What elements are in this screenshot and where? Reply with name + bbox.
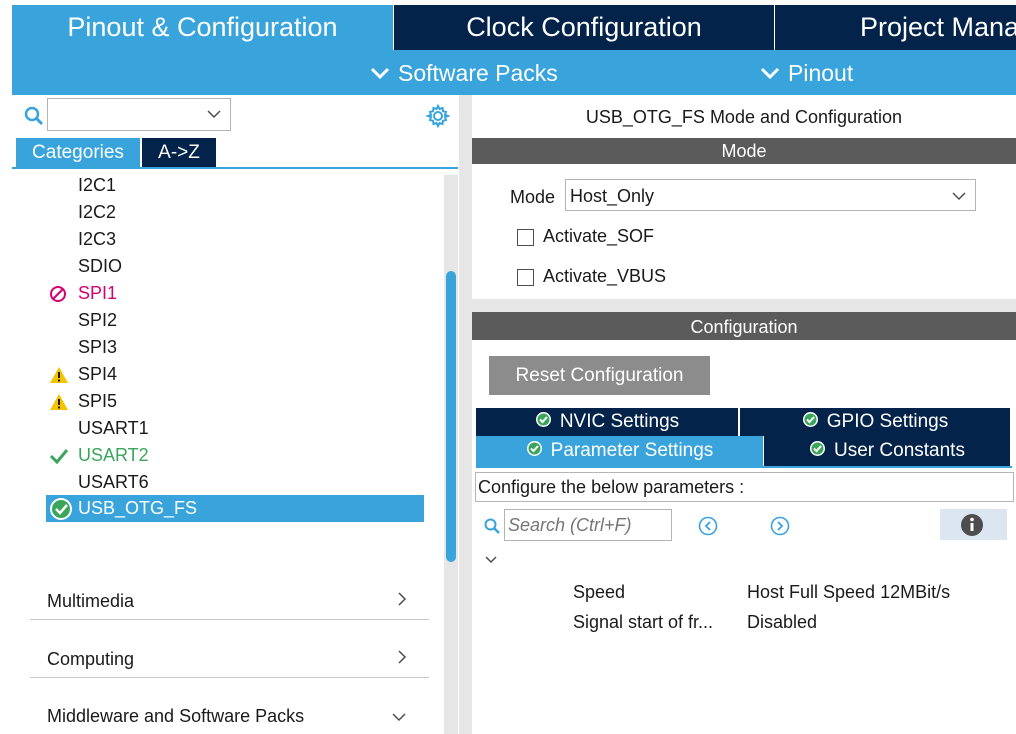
check-icon [49, 449, 69, 465]
category-label: Computing [47, 649, 135, 669]
page-title: USB_OTG_FS Mode and Configuration [585, 107, 903, 127]
checkbox-label: Activate_SOF [543, 226, 655, 246]
tab-label: Parameter Settings [550, 440, 714, 461]
parameter-name: Speed [573, 582, 626, 602]
category-middleware[interactable]: Middleware and Software Packs [30, 678, 429, 734]
pinout-menu-label: Pinout [788, 60, 854, 86]
section-divider [472, 299, 1016, 312]
peripheral-label: USB_OTG_FS [78, 498, 198, 518]
warning-icon [50, 367, 68, 383]
category-computing[interactable]: Computing [30, 620, 429, 678]
chevron-down-icon [370, 67, 390, 80]
gear-icon[interactable] [426, 104, 450, 128]
peripheral-label: USART6 [78, 472, 149, 492]
list-item-selected[interactable]: USB_OTG_FS [46, 495, 424, 522]
check-circle-icon [526, 441, 542, 457]
mode-select-value: Host_Only [570, 186, 655, 206]
peripheral-label: SPI1 [78, 283, 118, 303]
peripheral-label: SPI4 [78, 364, 118, 384]
tab-label: GPIO Settings [826, 411, 949, 432]
tab-parameter-settings[interactable]: Parameter Settings [476, 436, 763, 466]
checkbox-label: Activate_VBUS [543, 266, 667, 286]
info-icon [961, 514, 983, 536]
tab-label: NVIC Settings [559, 411, 680, 432]
peripheral-label: USART1 [78, 418, 149, 438]
info-button[interactable] [940, 509, 1007, 540]
chevron-down-icon [952, 192, 966, 201]
checkbox-box[interactable] [517, 229, 534, 246]
pinout-menu[interactable]: Pinout [760, 50, 853, 95]
tab-underline [12, 167, 458, 169]
panel-splitter[interactable] [459, 95, 472, 734]
software-packs-label: Software Packs [398, 60, 558, 86]
tab-categories[interactable]: Categories [16, 138, 140, 167]
mode-label: Mode [510, 187, 556, 207]
top-tab-bar: Pinout & Configuration Clock Configurati… [0, 0, 1016, 50]
check-circle-icon [802, 412, 818, 428]
warning-icon [50, 394, 68, 410]
peripheral-label: SPI5 [78, 391, 118, 411]
chevron-down-icon [392, 713, 406, 722]
parameter-value[interactable]: Disabled [747, 612, 817, 633]
tab-label: User Constants [834, 440, 965, 461]
peripheral-label: SPI2 [78, 310, 118, 330]
peripheral-label: SPI3 [78, 337, 118, 357]
configuration-section-header: Configuration [472, 312, 1016, 340]
tab-a-to-z[interactable]: A->Z [142, 138, 216, 167]
mode-section-header: Mode [472, 138, 1016, 164]
check-circle-icon [50, 498, 72, 520]
reset-configuration-button[interactable]: Reset Configuration [489, 356, 710, 395]
peripheral-list: I2C1 I2C2 I2C3 SDIO SPI1 SPI2 SPI3 SPI4 … [12, 172, 444, 522]
tab-underline [476, 466, 1012, 468]
tab-clock-configuration[interactable]: Clock Configuration [394, 5, 774, 50]
chevron-right-icon [398, 650, 407, 664]
tab-project-manager[interactable]: Project Manager [775, 5, 1016, 50]
chevron-down-icon [760, 67, 780, 80]
check-circle-icon [535, 412, 551, 428]
peripheral-label: I2C3 [78, 229, 117, 249]
chevron-right-icon [398, 592, 407, 606]
peripheral-label: I2C1 [78, 175, 117, 195]
scrollbar-thumb[interactable] [446, 271, 456, 562]
category-label: Middleware and Software Packs [47, 706, 305, 726]
peripheral-label: USART2 [78, 445, 149, 465]
chevron-down-icon[interactable] [484, 555, 498, 565]
search-icon [484, 518, 500, 534]
parameter-value[interactable]: Host Full Speed 12MBit/s [747, 582, 950, 603]
disabled-icon [50, 286, 66, 302]
peripheral-label: I2C2 [78, 202, 117, 222]
previous-result-icon[interactable] [698, 516, 718, 536]
next-result-icon[interactable] [770, 516, 790, 536]
tab-gpio-settings[interactable]: GPIO Settings [740, 408, 1010, 436]
software-packs-menu[interactable]: Software Packs [370, 50, 558, 95]
category-multimedia[interactable]: Multimedia [30, 562, 429, 620]
configure-hint: Configure the below parameters : [475, 472, 1014, 502]
tab-user-constants[interactable]: User Constants [764, 436, 1010, 466]
mode-select[interactable]: Host_Only [565, 179, 976, 211]
check-circle-icon [810, 441, 826, 457]
peripheral-label: SDIO [78, 256, 123, 276]
tab-pinout-configuration[interactable]: Pinout & Configuration [12, 5, 393, 50]
tab-nvic-settings[interactable]: NVIC Settings [476, 408, 738, 436]
category-search-combo[interactable] [47, 98, 231, 131]
categories-panel: Categories A->Z I2C1 I2C2 I2C3 SDIO SPI1… [0, 95, 459, 734]
chevron-down-icon [207, 110, 221, 119]
parameter-search-input[interactable] [504, 509, 672, 541]
parameter-name: Signal start of fr... [573, 612, 714, 632]
checkbox-box[interactable] [517, 269, 534, 286]
mode-configuration-panel: USB_OTG_FS Mode and Configuration Mode M… [472, 95, 1016, 734]
category-label: Multimedia [47, 591, 135, 611]
search-icon [24, 106, 44, 126]
sub-menu-bar: Software Packs Pinout [12, 50, 1016, 95]
